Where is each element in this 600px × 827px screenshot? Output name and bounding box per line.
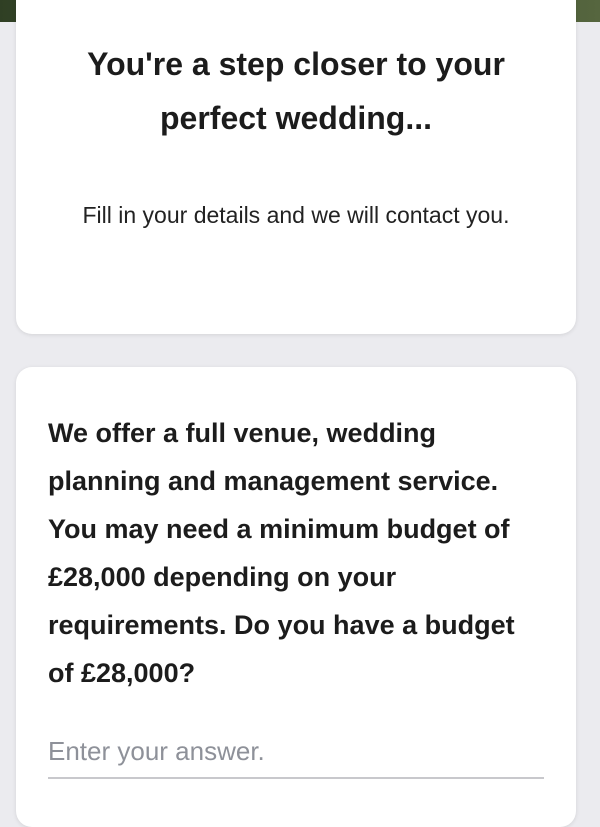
question-card: We offer a full venue, wedding planning …	[16, 367, 576, 827]
intro-subtitle: Fill in your details and we will contact…	[82, 202, 510, 228]
answer-input[interactable]	[48, 725, 544, 779]
question-text: We offer a full venue, wedding planning …	[48, 418, 515, 688]
intro-title: You're a step closer to your perfect wed…	[87, 46, 505, 136]
intro-card: You're a step closer to your perfect wed…	[16, 0, 576, 334]
